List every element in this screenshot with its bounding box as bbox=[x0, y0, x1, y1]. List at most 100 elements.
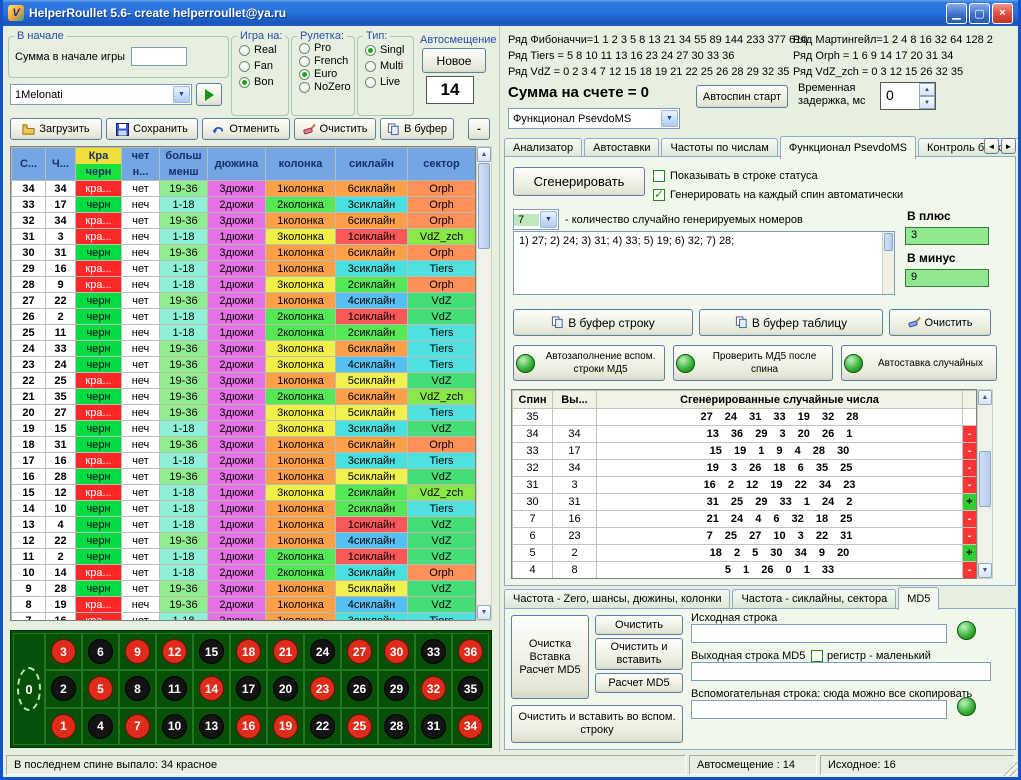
generated-row[interactable]: 34 34 13 36 29 3 20 26 1 - bbox=[513, 426, 977, 443]
board-number-9[interactable]: 9 bbox=[119, 633, 156, 670]
scroll-down-icon[interactable]: ▼ bbox=[978, 563, 992, 578]
history-scrollbar[interactable]: ▲ ▼ bbox=[476, 146, 492, 621]
autobet-button[interactable]: Автоставка случайных bbox=[841, 345, 997, 381]
resize-grip[interactable] bbox=[1003, 762, 1017, 776]
board-number-16[interactable]: 16 bbox=[230, 708, 267, 745]
aux-string-input[interactable] bbox=[691, 700, 947, 719]
buffer-row-button[interactable]: В буфер строку bbox=[513, 309, 693, 336]
history-row[interactable]: 23 24 черн чет 19-36 2дюжи 3колонка 4сик… bbox=[12, 357, 476, 373]
history-row[interactable]: 12 22 черн чет 19-36 2дюжи 1колонка 4сик… bbox=[12, 533, 476, 549]
board-number-36[interactable]: 36 bbox=[452, 633, 489, 670]
spinner-down-icon[interactable]: ▼ bbox=[919, 96, 935, 109]
board-number-15[interactable]: 15 bbox=[193, 633, 230, 670]
board-number-20[interactable]: 20 bbox=[267, 670, 304, 707]
tab[interactable]: Автоставки bbox=[584, 138, 659, 157]
history-row[interactable]: 29 16 кра... чет 1-18 2дюжи 1колонка 3си… bbox=[12, 261, 476, 277]
generated-row[interactable]: 35 27 24 31 33 19 32 28 bbox=[513, 409, 977, 426]
board-number-0[interactable]: 0 bbox=[13, 633, 45, 745]
history-row[interactable]: 13 4 черн чет 1-18 1дюжи 1колонка 1сикла… bbox=[12, 517, 476, 533]
generated-row[interactable]: 33 17 15 19 1 9 4 28 30 - bbox=[513, 443, 977, 460]
board-number-32[interactable]: 32 bbox=[415, 670, 452, 707]
start-sum-input[interactable] bbox=[131, 47, 187, 66]
tab[interactable]: MD5 bbox=[898, 587, 939, 610]
to-buffer-button[interactable]: В буфер bbox=[380, 118, 454, 140]
radio-option[interactable]: NoZero bbox=[292, 81, 354, 94]
play-button[interactable] bbox=[196, 83, 222, 106]
board-number-8[interactable]: 8 bbox=[119, 670, 156, 707]
board-number-4[interactable]: 4 bbox=[82, 708, 119, 745]
radio-option[interactable]: French bbox=[292, 55, 354, 68]
check-md5-button[interactable]: Проверить МД5 после спина bbox=[673, 345, 833, 381]
tab[interactable]: Частота - сиклайны, сектора bbox=[732, 589, 896, 608]
tab-scroll-left-icon[interactable]: ◄ bbox=[984, 138, 999, 154]
md5-clear-paste-button[interactable]: Очистить и вставить bbox=[595, 638, 683, 670]
history-row[interactable]: 7 16 кра... чет 1-18 2дюжи 1колонка 3сик… bbox=[12, 613, 476, 622]
board-number-22[interactable]: 22 bbox=[304, 708, 341, 745]
history-row[interactable]: 8 19 кра... неч 19-36 2дюжи 1колонка 4си… bbox=[12, 597, 476, 613]
maximize-button[interactable]: ▢ bbox=[969, 3, 990, 24]
history-row[interactable]: 18 31 черн неч 19-36 3дюжи 1колонка 6сик… bbox=[12, 437, 476, 453]
history-row[interactable]: 25 11 черн неч 1-18 1дюжи 2колонка 2сикл… bbox=[12, 325, 476, 341]
board-number-29[interactable]: 29 bbox=[378, 670, 415, 707]
load-button[interactable]: Загрузить bbox=[10, 118, 102, 140]
history-row[interactable]: 17 16 кра... чет 1-18 2дюжи 1колонка 3си… bbox=[12, 453, 476, 469]
new-shift-button[interactable]: Новое bbox=[422, 48, 486, 73]
generated-row[interactable]: 31 3 16 2 12 19 22 34 23 - bbox=[513, 477, 977, 494]
source-string-input[interactable] bbox=[691, 624, 947, 643]
generated-row[interactable]: 7 16 21 24 4 6 32 18 25 - bbox=[513, 511, 977, 528]
board-number-33[interactable]: 33 bbox=[415, 633, 452, 670]
history-row[interactable]: 16 28 черн чет 19-36 3дюжи 1колонка 5сик… bbox=[12, 469, 476, 485]
checkbox[interactable] bbox=[653, 189, 665, 201]
md5-clear-button[interactable]: Очистить bbox=[595, 615, 683, 635]
clear-generated-button[interactable]: Очистить bbox=[889, 309, 991, 336]
board-number-5[interactable]: 5 bbox=[82, 670, 119, 707]
board-number-34[interactable]: 34 bbox=[452, 708, 489, 745]
mode-combobox[interactable]: Функционал PsevdoMS ▼ bbox=[508, 108, 680, 129]
tab[interactable]: Частоты по числам bbox=[661, 138, 777, 157]
board-number-35[interactable]: 35 bbox=[452, 670, 489, 707]
generated-scrollbar[interactable]: ▲ ▼ bbox=[977, 389, 993, 579]
lowercase-checkbox[interactable] bbox=[811, 650, 823, 662]
count-combobox[interactable]: 7 ▼ bbox=[513, 209, 559, 230]
green-ball-icon[interactable] bbox=[957, 621, 976, 640]
board-number-18[interactable]: 18 bbox=[230, 633, 267, 670]
board-number-30[interactable]: 30 bbox=[378, 633, 415, 670]
board-number-6[interactable]: 6 bbox=[82, 633, 119, 670]
board-number-19[interactable]: 19 bbox=[267, 708, 304, 745]
output-string-input[interactable] bbox=[691, 662, 991, 681]
history-row[interactable]: 28 9 кра... неч 1-18 1дюжи 3колонка 2сик… bbox=[12, 277, 476, 293]
board-number-7[interactable]: 7 bbox=[119, 708, 156, 745]
scroll-thumb[interactable] bbox=[979, 451, 991, 507]
board-number-12[interactable]: 12 bbox=[156, 633, 193, 670]
radio-option[interactable]: Pro bbox=[292, 42, 354, 55]
scroll-up-icon[interactable]: ▲ bbox=[477, 147, 491, 162]
checkbox-option[interactable]: Генерировать на каждый спин автоматическ… bbox=[653, 185, 903, 204]
tab[interactable]: Анализатор bbox=[504, 138, 582, 157]
tab-scroll-right-icon[interactable]: ► bbox=[1001, 138, 1016, 154]
board-number-28[interactable]: 28 bbox=[378, 708, 415, 745]
radio-option[interactable]: Fan bbox=[232, 58, 288, 74]
generated-sequence-box[interactable]: 1) 27; 2) 24; 3) 31; 4) 33; 5) 19; 6) 32… bbox=[513, 231, 895, 295]
tab[interactable]: Частота - Zero, шансы, дюжины, колонки bbox=[504, 589, 730, 608]
board-number-25[interactable]: 25 bbox=[341, 708, 378, 745]
checkbox[interactable] bbox=[653, 170, 665, 182]
board-number-24[interactable]: 24 bbox=[304, 633, 341, 670]
autospin-start-button[interactable]: Автоспин старт bbox=[696, 85, 788, 108]
history-row[interactable]: 31 3 кра... неч 1-18 1дюжи 3колонка 1сик… bbox=[12, 229, 476, 245]
tab[interactable]: Функционал PsevdoMS bbox=[780, 136, 916, 159]
generate-button[interactable]: Сгенерировать bbox=[513, 167, 645, 196]
board-number-11[interactable]: 11 bbox=[156, 670, 193, 707]
board-number-1[interactable]: 1 bbox=[45, 708, 82, 745]
scroll-thumb[interactable] bbox=[478, 163, 490, 249]
board-number-13[interactable]: 13 bbox=[193, 708, 230, 745]
radio-option[interactable]: Singl bbox=[358, 42, 413, 58]
scroll-thumb[interactable] bbox=[884, 233, 893, 251]
history-row[interactable]: 11 2 черн чет 1-18 1дюжи 2колонка 1сикла… bbox=[12, 549, 476, 565]
scroll-down-icon[interactable]: ▼ bbox=[477, 605, 491, 620]
generated-row[interactable]: 32 34 19 3 26 18 6 35 25 - bbox=[513, 460, 977, 477]
history-row[interactable]: 33 17 черн неч 1-18 2дюжи 2колонка 3сикл… bbox=[12, 197, 476, 213]
history-row[interactable]: 27 22 черн чет 19-36 2дюжи 1колонка 4сик… bbox=[12, 293, 476, 309]
green-ball-icon[interactable] bbox=[957, 697, 976, 716]
board-number-21[interactable]: 21 bbox=[267, 633, 304, 670]
spinner-up-icon[interactable]: ▲ bbox=[919, 83, 935, 96]
